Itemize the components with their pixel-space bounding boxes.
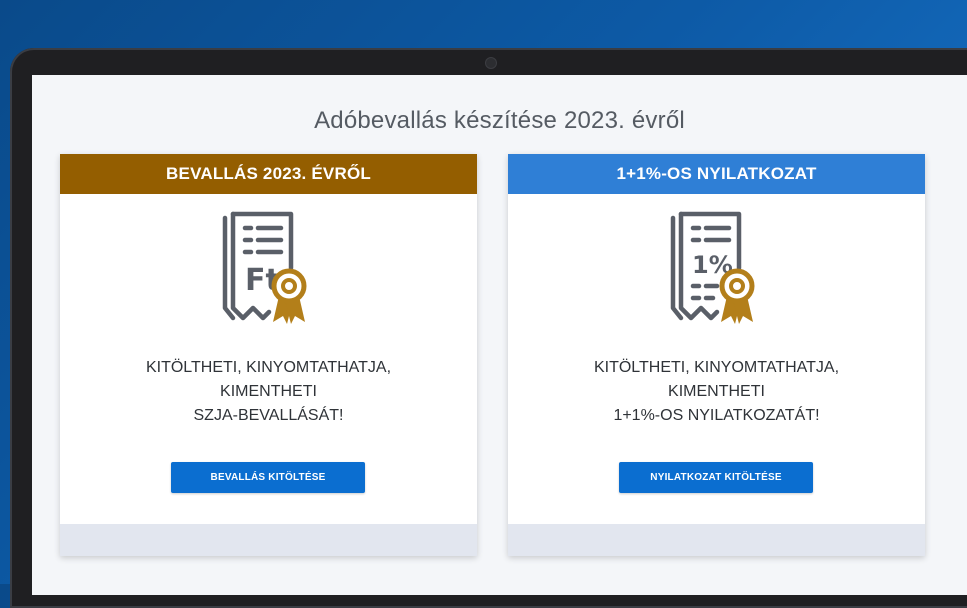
laptop-screen: Adóbevallás készítése 2023. évről BEVALL… bbox=[32, 75, 967, 595]
one-percent-declaration-card: 1+1%-OS NYILATKOZAT 1% KITÖLTHETI, KINYO… bbox=[508, 154, 925, 556]
fill-declaration-button[interactable]: NYILATKOZAT KITÖLTÉSE bbox=[619, 462, 813, 493]
description-line: KITÖLTHETI, KINYOMTATHATJA, bbox=[145, 359, 392, 376]
card-footer bbox=[60, 524, 477, 556]
fill-tax-return-button[interactable]: BEVALLÁS KITÖLTÉSE bbox=[171, 462, 365, 493]
description-line: 1+1%-OS NYILATKOZATÁT! bbox=[613, 407, 820, 424]
one-percent-description: KITÖLTHETI, KINYOMTATHATJA, KIMENTHETI 1… bbox=[508, 356, 925, 428]
page-title: Adóbevallás készítése 2023. évről bbox=[314, 107, 685, 134]
one-percent-card-header: 1+1%-OS NYILATKOZAT bbox=[508, 154, 925, 194]
webcam-icon bbox=[486, 58, 496, 68]
card-footer bbox=[508, 524, 925, 556]
tax-document-ft-icon: Ft bbox=[222, 211, 307, 324]
tax-return-card-header: BEVALLÁS 2023. ÉVRŐL bbox=[60, 154, 477, 194]
tax-return-description: KITÖLTHETI, KINYOMTATHATJA, KIMENTHETI S… bbox=[60, 356, 477, 428]
description-line: KIMENTHETI bbox=[220, 383, 317, 400]
tax-return-card: BEVALLÁS 2023. ÉVRŐL Ft KITÖLTHETI, KINY… bbox=[60, 154, 477, 556]
description-line: KIMENTHETI bbox=[668, 383, 765, 400]
description-line: KITÖLTHETI, KINYOMTATHATJA, bbox=[593, 359, 840, 376]
tax-document-percent-icon: 1% bbox=[670, 211, 755, 324]
description-line: SZJA-BEVALLÁSÁT! bbox=[193, 407, 344, 424]
